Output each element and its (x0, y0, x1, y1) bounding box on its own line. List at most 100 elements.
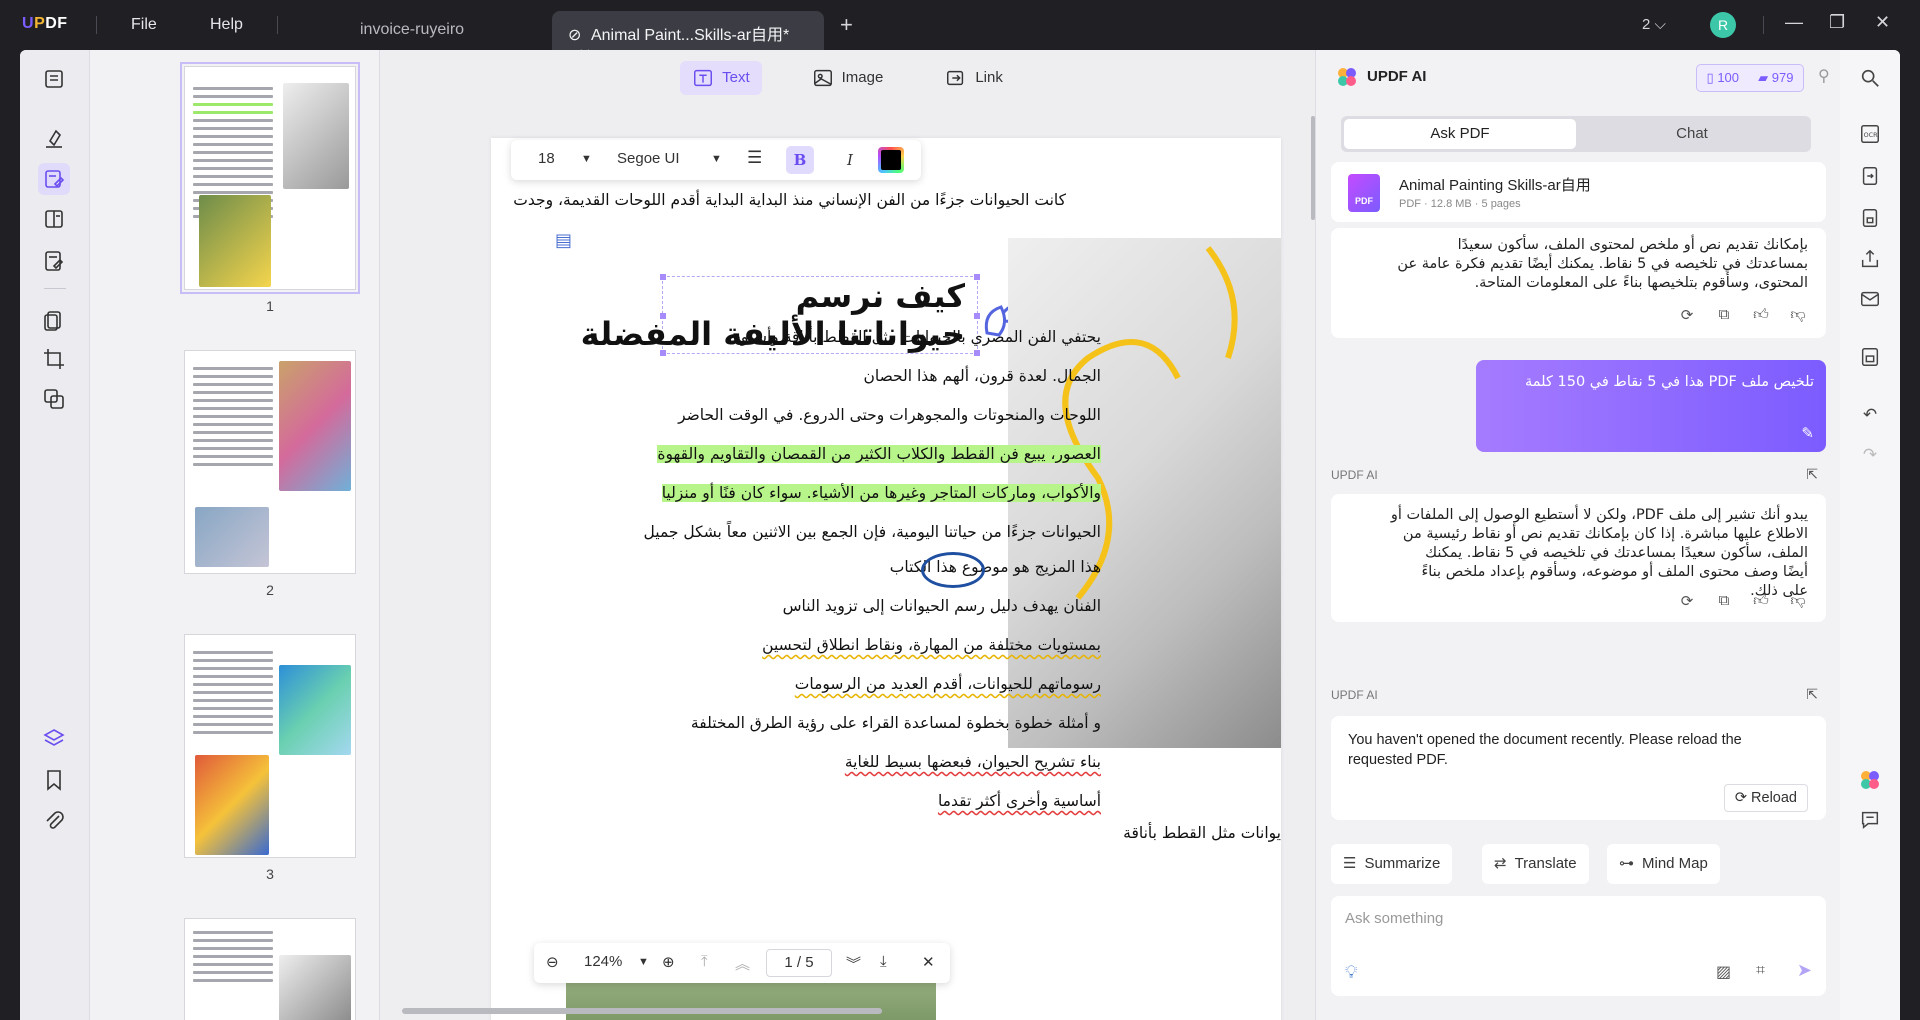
image-edit-button[interactable]: Image (800, 61, 896, 95)
resize-handle[interactable] (974, 350, 980, 356)
thumbs-up-icon[interactable]: 👍︎ (1751, 306, 1771, 324)
screenshot-crop-icon[interactable]: ⌗ (1756, 962, 1765, 980)
zoom-dropdown-icon[interactable]: ▼ (638, 956, 649, 968)
doc-line-underlined[interactable]: بناء تشريح الحيوان، فبعضها بسيط للغاية (845, 753, 1101, 771)
tab-ask-pdf[interactable]: Ask PDF (1344, 119, 1576, 149)
tab-animal-painting[interactable]: ⊘ Animal Paint...Skills-ar自用* ✕ (552, 11, 824, 64)
avatar[interactable]: R (1710, 12, 1736, 38)
reload-button[interactable]: ⟳ Reload (1723, 784, 1808, 812)
close-window-button[interactable]: ✕ (1875, 12, 1890, 33)
send-icon[interactable]: ➤ (1797, 960, 1812, 981)
doc-line-underlined[interactable]: رسوماتهم للحيوانات، أقدم العديد من الرسو… (795, 675, 1101, 693)
attachment-button[interactable] (38, 805, 70, 837)
protect-button[interactable] (1858, 206, 1882, 230)
text-color-button[interactable] (878, 147, 904, 173)
file-card[interactable]: PDF Animal Painting Skills-ar自用 PDF · 12… (1331, 162, 1826, 222)
doc-line[interactable]: و أمثلة خطوة بخطوة لمساعدة القراء على رؤ… (691, 714, 1101, 732)
ask-input[interactable] (1345, 910, 1805, 927)
ai-message-text[interactable]: You haven't opened the document recently… (1348, 730, 1798, 770)
doc-line[interactable]: الحيوانات جزءًا من حياتنا اليومية، فإن ا… (644, 523, 1101, 541)
image-upload-icon[interactable]: ▨ (1716, 962, 1731, 982)
thumbnail-page-1[interactable] (180, 62, 360, 294)
undo-button[interactable]: ↶ (1858, 403, 1882, 427)
zoom-in-icon[interactable]: ⊕ (662, 953, 675, 971)
reader-tool-button[interactable] (38, 63, 70, 95)
open-external-icon[interactable]: ⇱ (1806, 686, 1818, 703)
share-button[interactable] (1858, 247, 1882, 271)
ai-message-text[interactable]: بإمكانك تقديم نص أو ملخص لمحتوى الملف، س… (1397, 236, 1808, 293)
tab-chat[interactable]: Chat (1576, 119, 1808, 149)
email-button[interactable] (1858, 287, 1882, 311)
resize-handle[interactable] (974, 274, 980, 280)
prompt-ideas-icon[interactable]: 💡︎ (1345, 962, 1358, 983)
doc-line-highlighted[interactable]: العصور، يبيع فن القطط والكلاب الكثير من … (657, 445, 1101, 463)
page-first-line[interactable]: كانت الحيوانات جزءًا من الفن الإنساني من… (513, 191, 1066, 209)
thumbs-up-icon[interactable]: 👍︎ (1751, 592, 1771, 610)
copy-icon[interactable]: ⧉ (1714, 306, 1734, 324)
doc-line[interactable]: الفنان يهدف دليل رسم الحيوانات إلى تزويد… (783, 597, 1101, 615)
italic-button[interactable]: I (836, 146, 864, 174)
next-page-icon[interactable]: ︾ (846, 953, 861, 974)
thumbs-down-icon[interactable]: 👎︎ (1788, 592, 1808, 610)
page-number-input[interactable]: 1 / 5 (766, 949, 832, 977)
comments-button[interactable] (1858, 808, 1882, 832)
form-tool-button[interactable] (38, 245, 70, 277)
minimize-button[interactable]: — (1785, 12, 1803, 33)
resize-handle[interactable] (660, 313, 666, 319)
thumbs-down-icon[interactable]: 👎︎ (1788, 306, 1808, 324)
bookmark-button[interactable] (38, 764, 70, 796)
summarize-button[interactable]: ☰ Summarize (1331, 844, 1453, 884)
new-tab-button[interactable]: + (840, 12, 853, 38)
resize-handle[interactable] (660, 274, 666, 280)
zoom-out-icon[interactable]: ⊖ (546, 953, 559, 971)
user-message-text[interactable]: تلخيص ملف PDF هذا في 5 نقاط في 150 كلمة (1525, 374, 1814, 390)
thumbnail-page-2[interactable] (184, 350, 356, 574)
search-button[interactable] (1858, 66, 1882, 90)
crop-tool-button[interactable] (38, 343, 70, 375)
window-count-dropdown[interactable]: 2 ⌵ (1642, 16, 1666, 33)
thumbnail-page-3[interactable] (184, 634, 356, 858)
zoom-level[interactable]: 124% (584, 953, 622, 970)
regenerate-icon[interactable]: ⟳ (1677, 592, 1697, 610)
organize-tool-button[interactable] (38, 305, 70, 337)
prev-page-icon[interactable]: ︽ (735, 953, 750, 974)
regenerate-icon[interactable]: ⟳ (1677, 306, 1697, 324)
credits-badge[interactable]: ▯ 100 ▰ 979 (1696, 64, 1804, 92)
horizontal-scrollbar[interactable] (402, 1008, 882, 1014)
doc-line-underlined[interactable]: أساسية وأخرى أكثر تقدما (938, 792, 1101, 810)
translate-button[interactable]: ⇄ Translate (1482, 844, 1589, 884)
mind-map-button[interactable]: ⊶ Mind Map (1607, 844, 1720, 884)
copy-icon[interactable]: ⧉ (1714, 592, 1734, 610)
ocr-button[interactable]: OCR (1858, 122, 1882, 146)
edit-tool-button[interactable] (38, 163, 70, 195)
font-size-value[interactable]: 18 (538, 150, 555, 167)
layers-button[interactable] (38, 723, 70, 755)
close-zoom-bar-icon[interactable]: ✕ (922, 953, 935, 971)
text-edit-button[interactable]: Text (680, 60, 762, 95)
maximize-button[interactable]: ❐ (1829, 12, 1845, 33)
comment-tool-button[interactable] (38, 123, 70, 155)
side-caption[interactable]: يوانات مثل القطط بأناقة (1123, 824, 1281, 842)
ai-message-text[interactable]: يبدو أنك تشير إلى ملف PDF، ولكن لا أستطي… (1391, 506, 1808, 601)
font-size-dropdown-icon[interactable]: ▼ (581, 153, 592, 165)
doc-line-underlined[interactable]: بمستويات مختلفة من المهارة، ونقاط انطلاق… (762, 636, 1101, 654)
save-button[interactable] (1858, 345, 1882, 369)
last-page-icon[interactable]: ⤓ (880, 953, 887, 970)
open-external-icon[interactable]: ⇱ (1806, 466, 1818, 483)
blue-circle-annotation[interactable] (921, 552, 985, 588)
font-name-value[interactable]: Segoe UI (617, 150, 680, 167)
protect-tool-button[interactable] (38, 383, 70, 415)
menu-help[interactable]: Help (210, 16, 243, 34)
font-dropdown-icon[interactable]: ▼ (711, 153, 722, 165)
align-right-icon[interactable]: ☰ (747, 148, 762, 168)
tab-invoice[interactable]: invoice-ruyeiro (344, 11, 480, 50)
convert-button[interactable] (1858, 164, 1882, 188)
page-tool-button[interactable] (38, 203, 70, 235)
doc-line[interactable]: اللوحات والمنحوتات والمجوهرات وحتى الدرو… (678, 406, 1101, 424)
doc-line[interactable]: الجمال. لعدة قرون، ألهم هذا الحصان (863, 367, 1101, 385)
link-edit-button[interactable]: Link (933, 61, 1015, 95)
redo-button[interactable]: ↷ (1858, 443, 1882, 467)
comment-icon[interactable]: ▤ (555, 230, 572, 251)
menu-file[interactable]: File (131, 16, 157, 34)
edit-message-icon[interactable]: ✎ (1801, 424, 1814, 442)
